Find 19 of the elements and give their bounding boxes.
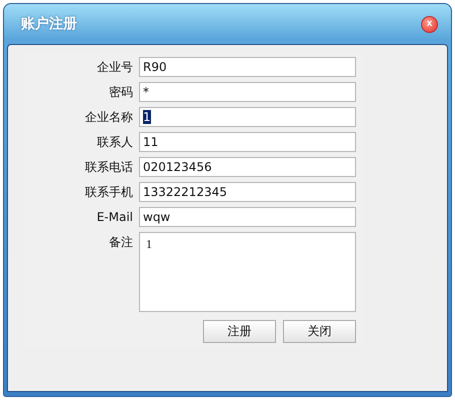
input-field[interactable]: wqw (139, 207, 356, 227)
input-field[interactable]: 13322212345 (139, 182, 356, 202)
field-label: 联系手机 (84, 184, 133, 201)
field-label: 企业号 (96, 59, 133, 76)
close-dialog-button[interactable]: 关闭 (283, 320, 356, 343)
field-label: E-Mail (96, 209, 133, 226)
window-title: 账户注册 (21, 15, 77, 33)
field-label: 联系人 (96, 134, 133, 151)
register-button[interactable]: 注册 (203, 320, 276, 343)
field-label: 企业名称 (84, 109, 133, 126)
input-field[interactable]: 020123456 (139, 157, 356, 177)
field-label: 密码 (108, 84, 133, 101)
input-field[interactable]: * (139, 82, 356, 102)
notes-field[interactable]: 1 (139, 232, 356, 312)
input-field[interactable]: R90 (139, 57, 356, 77)
field-label: 联系电话 (84, 159, 133, 176)
input-field[interactable]: 11 (139, 132, 356, 152)
field-label: 备注 (108, 234, 133, 251)
input-field[interactable]: 1 (139, 107, 356, 127)
